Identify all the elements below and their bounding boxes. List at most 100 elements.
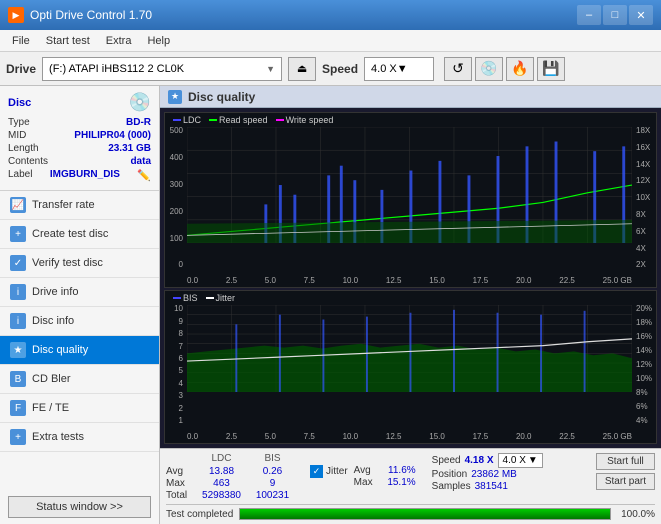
- write-speed-legend-dot: [276, 119, 284, 121]
- y-label-100: 100: [170, 235, 183, 243]
- progress-percentage: 100.0%: [617, 509, 655, 520]
- jitter-legend-item: Jitter: [206, 293, 236, 303]
- sidebar-item-label: Disc info: [32, 315, 74, 327]
- y-label-400: 400: [170, 154, 183, 162]
- sidebar-item-verify-test-disc[interactable]: ✓ Verify test disc: [0, 249, 159, 278]
- read-speed-legend-item: Read speed: [209, 115, 268, 125]
- yr-12x: 12X: [636, 177, 650, 185]
- refresh-button[interactable]: ↺: [444, 57, 472, 81]
- max-ldc: 463: [198, 478, 245, 489]
- bis-chart: BIS Jitter 10 9 8 7 6 5 4 3: [164, 290, 657, 444]
- jitter-avg-value: 11.6%: [381, 465, 416, 476]
- drive-select[interactable]: (F:) ATAPI iHBS112 2 CL0K ▼: [42, 57, 282, 81]
- jitter-max-row: Max 15.1%: [354, 477, 416, 488]
- yr-16x: 16X: [636, 144, 650, 152]
- disc-info-section: Disc 💿 Type BD-R MID PHILIPR04 (000) Len…: [0, 86, 159, 191]
- disc-quality-header: ★ Disc quality: [160, 86, 661, 108]
- drive-label: Drive: [6, 62, 36, 76]
- start-part-button[interactable]: Start part: [596, 473, 655, 490]
- ldc-legend-dot: [173, 119, 181, 121]
- close-button[interactable]: ✕: [629, 5, 653, 25]
- titlebar-title: Opti Drive Control 1.70: [30, 8, 152, 22]
- sidebar-item-drive-info[interactable]: i Drive info: [0, 278, 159, 307]
- speed-info-label: Speed: [432, 455, 461, 466]
- yr-4x: 4X: [636, 245, 646, 253]
- speed-section: Speed 4.18 X 4.0 X ▼ Position 23862 MB S…: [420, 453, 543, 492]
- read-speed-legend-dot: [209, 119, 217, 121]
- jitter-label: Jitter: [326, 466, 348, 477]
- ldc-y-axis-right: 18X 16X 14X 12X 10X 8X 6X 4X 2X: [634, 127, 656, 269]
- sidebar-item-fe-te[interactable]: F FE / TE: [0, 394, 159, 423]
- disc-button[interactable]: 💿: [475, 57, 503, 81]
- y-label-500: 500: [170, 127, 183, 135]
- sidebar: Disc 💿 Type BD-R MID PHILIPR04 (000) Len…: [0, 86, 160, 524]
- bis-col-header: BIS: [249, 453, 296, 464]
- jitter-checkbox-group: ✓ Jitter: [310, 465, 348, 478]
- sidebar-item-disc-info[interactable]: i Disc info: [0, 307, 159, 336]
- speed-dropdown[interactable]: 4.0 X ▼: [498, 453, 543, 468]
- menu-file[interactable]: File: [4, 33, 38, 49]
- bis-chart-legend: BIS Jitter: [173, 293, 235, 303]
- speed-label: Speed: [322, 62, 358, 76]
- progress-bar-container: [239, 508, 611, 520]
- disc-label-row: Label IMGBURN_DIS ✏️: [8, 169, 151, 182]
- menu-help[interactable]: Help: [139, 33, 178, 49]
- maximize-button[interactable]: □: [603, 5, 627, 25]
- minimize-button[interactable]: –: [577, 5, 601, 25]
- disc-icon: 💿: [129, 92, 151, 113]
- avg-bis: 0.26: [249, 466, 296, 477]
- speed-row: Speed 4.18 X 4.0 X ▼: [432, 453, 543, 468]
- jitter-checkbox[interactable]: ✓: [310, 465, 323, 478]
- disc-mid-label: MID: [8, 130, 26, 141]
- jitter-values: Avg 11.6% Max 15.1%: [354, 465, 416, 488]
- total-ldc: 5298380: [198, 490, 245, 501]
- disc-contents-label: Contents: [8, 156, 48, 167]
- jitter-section: ✓ Jitter Avg 11.6% Max 15.1%: [300, 465, 416, 488]
- start-full-button[interactable]: Start full: [596, 453, 655, 470]
- menu-extra[interactable]: Extra: [98, 33, 140, 49]
- avg-label: Avg: [166, 466, 194, 477]
- ldc-chart-legend: LDC Read speed Write speed: [173, 115, 333, 125]
- disc-contents-value: data: [130, 156, 151, 167]
- drive-info-icon: i: [10, 284, 26, 300]
- sidebar-menu: 📈 Transfer rate + Create test disc ✓ Ver…: [0, 191, 159, 490]
- status-window-button[interactable]: Status window >>: [8, 496, 151, 518]
- titlebar-controls: – □ ✕: [577, 5, 653, 25]
- samples-label: Samples: [432, 481, 471, 492]
- bottom-panel: LDC BIS Avg 13.88 0.26 Max 463 9 Total: [160, 448, 661, 524]
- max-bis: 9: [249, 478, 296, 489]
- label-edit-icon[interactable]: ✏️: [137, 169, 151, 182]
- sidebar-item-create-test-disc[interactable]: + Create test disc: [0, 220, 159, 249]
- disc-info-icon: i: [10, 313, 26, 329]
- cd-bler-icon: B: [10, 371, 26, 387]
- eject-button[interactable]: ⏏: [288, 57, 316, 81]
- sidebar-item-label: Verify test disc: [32, 257, 103, 269]
- toolbar-icons: ↺ 💿 🔥 💾: [444, 57, 565, 81]
- stats-max-row: Max 463 9: [166, 478, 296, 489]
- bis-y-axis-right: 20% 18% 16% 14% 12% 10% 8% 6% 4%: [634, 305, 656, 425]
- jitter-max-label: Max: [354, 477, 379, 488]
- sidebar-item-label: Extra tests: [32, 431, 84, 443]
- bis-chart-svg: [187, 305, 632, 392]
- y-label-200: 200: [170, 208, 183, 216]
- write-speed-legend-label: Write speed: [286, 115, 334, 125]
- sidebar-item-transfer-rate[interactable]: 📈 Transfer rate: [0, 191, 159, 220]
- sidebar-item-disc-quality[interactable]: ★ Disc quality: [0, 336, 159, 365]
- bis-legend-item: BIS: [173, 293, 198, 303]
- sidebar-item-extra-tests[interactable]: + Extra tests: [0, 423, 159, 452]
- verify-test-disc-icon: ✓: [10, 255, 26, 271]
- ldc-chart: LDC Read speed Write speed 500 400 300: [164, 112, 657, 288]
- sidebar-item-cd-bler[interactable]: B CD Bler: [0, 365, 159, 394]
- create-test-disc-icon: +: [10, 226, 26, 242]
- position-row: Position 23862 MB: [432, 469, 543, 480]
- yr-6x: 6X: [636, 228, 646, 236]
- speed-select[interactable]: 4.0 X ▼: [364, 57, 434, 81]
- sidebar-item-label: Transfer rate: [32, 199, 95, 211]
- disc-header: Disc 💿: [8, 92, 151, 113]
- menu-start-test[interactable]: Start test: [38, 33, 98, 49]
- disc-label-label: Label: [8, 169, 32, 182]
- yr-14x: 14X: [636, 161, 650, 169]
- sidebar-item-label: CD Bler: [32, 373, 71, 385]
- burn-button[interactable]: 🔥: [506, 57, 534, 81]
- save-button[interactable]: 💾: [537, 57, 565, 81]
